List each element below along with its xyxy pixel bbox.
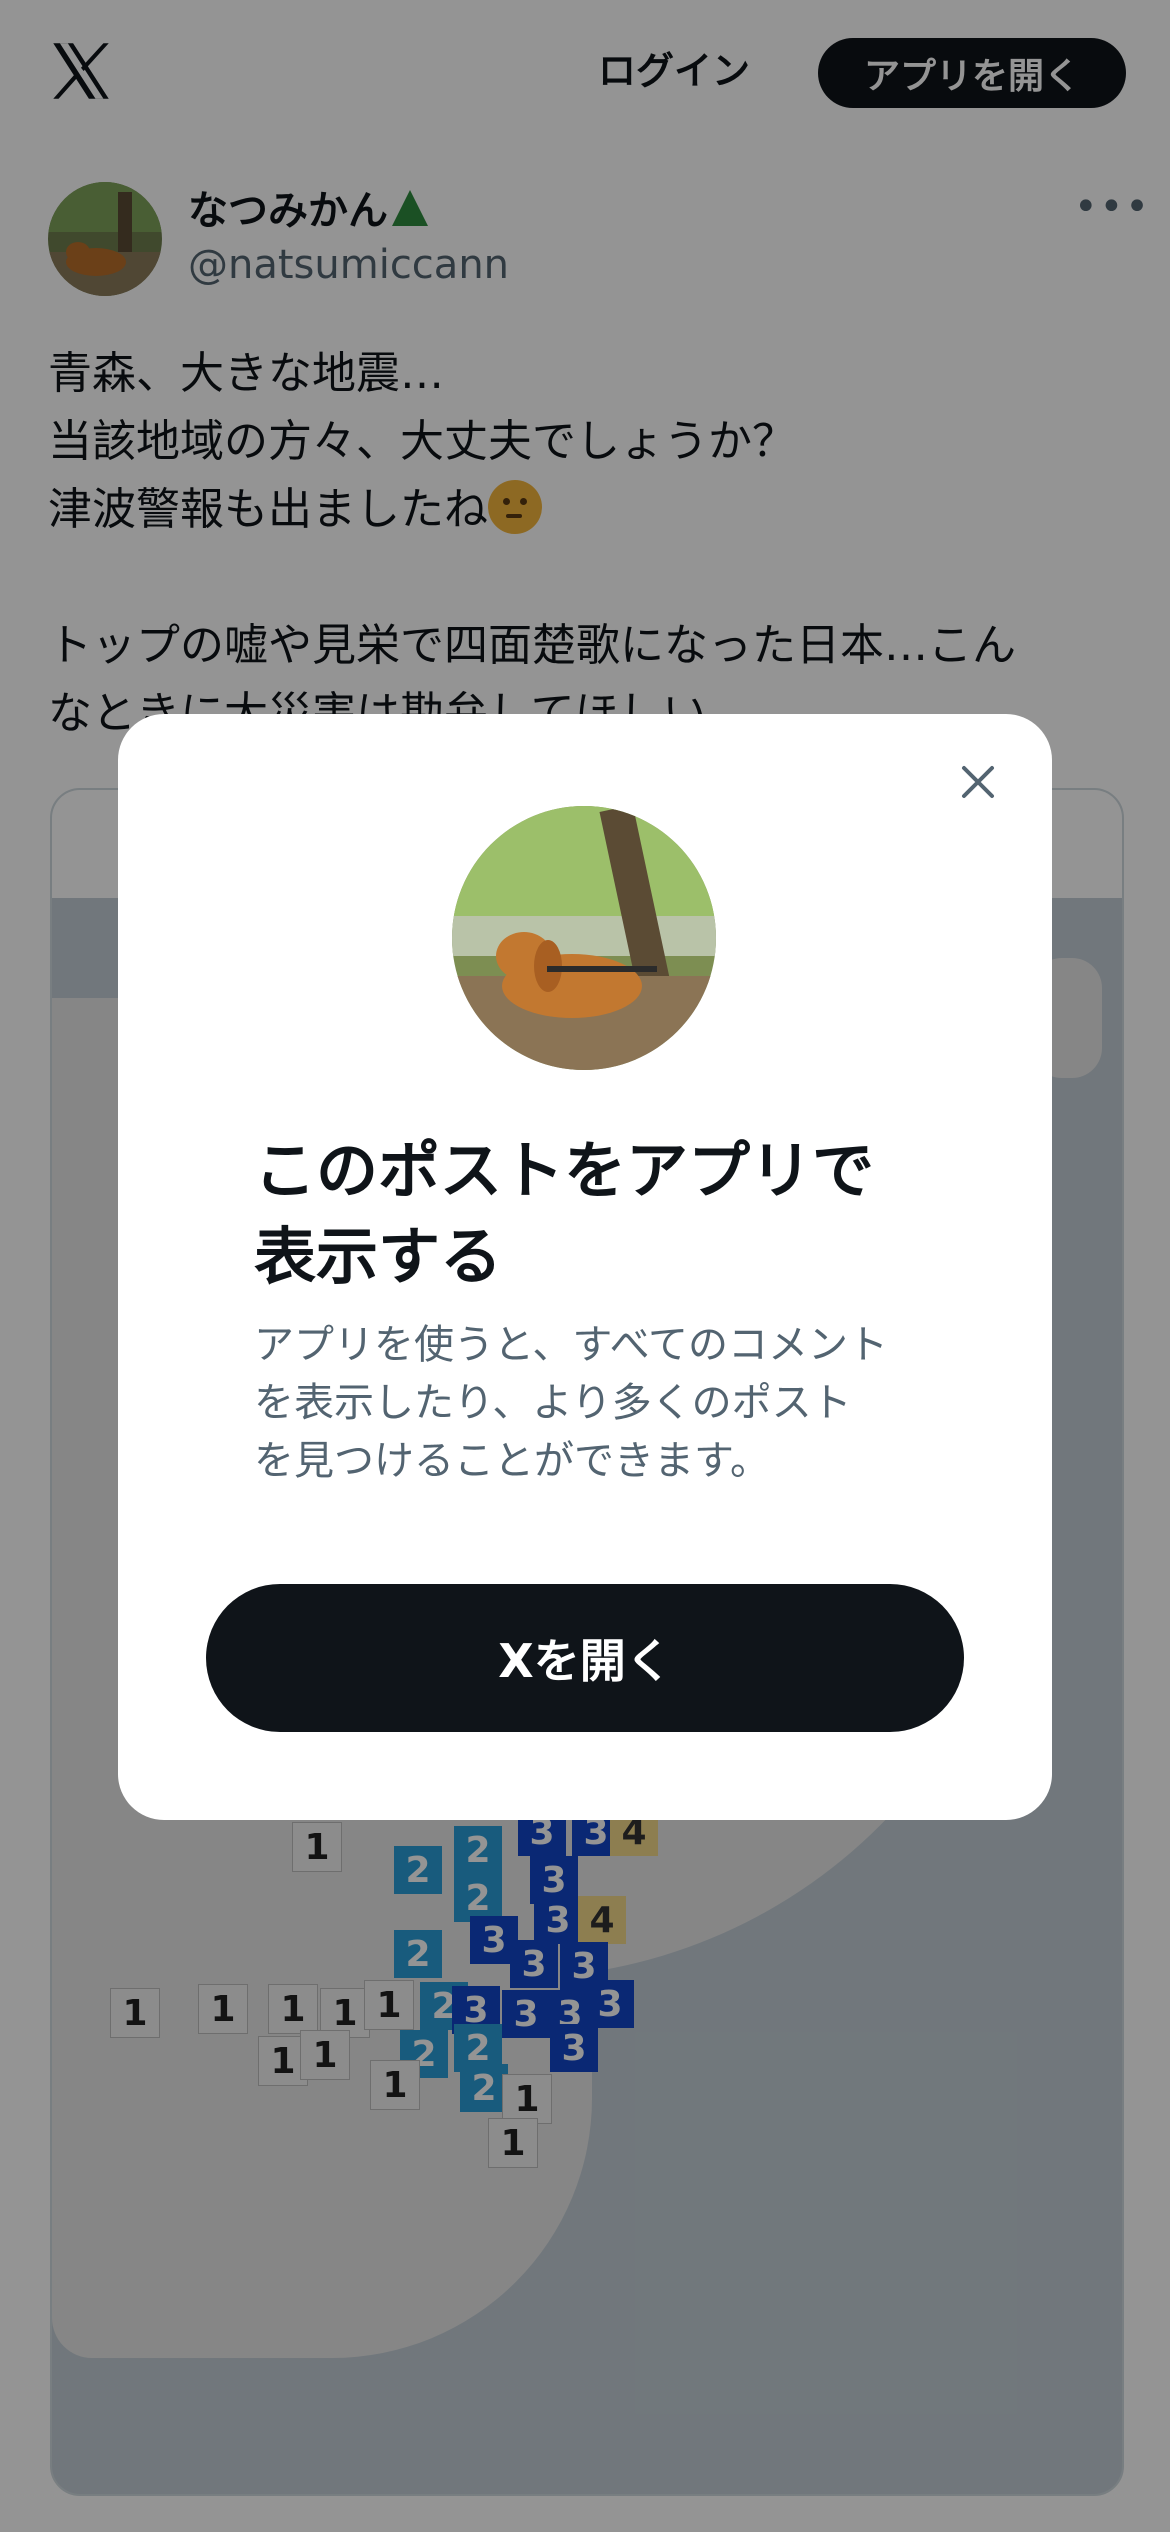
author-avatar-large — [452, 806, 716, 1070]
dialog-description: アプリを使うと、すべてのコメント を表示したり、より多くのポスト を見つけること… — [254, 1316, 944, 1490]
open-in-app-dialog: このポストをアプリで 表示する アプリを使うと、すべてのコメント を表示したり、… — [118, 714, 1052, 1820]
dialog-title-line: このポストをアプリで — [254, 1134, 875, 1207]
dialog-description-line: を表示したり、より多くのポスト — [254, 1380, 852, 1426]
close-icon[interactable] — [950, 754, 1006, 810]
dialog-description-line: アプリを使うと、すべてのコメント — [254, 1322, 888, 1368]
dialog-title: このポストをアプリで 表示する — [254, 1128, 944, 1300]
open-x-button[interactable]: Xを開く — [206, 1584, 964, 1732]
page: ログイン アプリを開く なつみかん @natsumiccann ••• 青森、大… — [0, 0, 1170, 2532]
dialog-description-line: を見つけることができます。 — [254, 1438, 770, 1484]
dialog-title-line: 表示する — [254, 1220, 503, 1293]
